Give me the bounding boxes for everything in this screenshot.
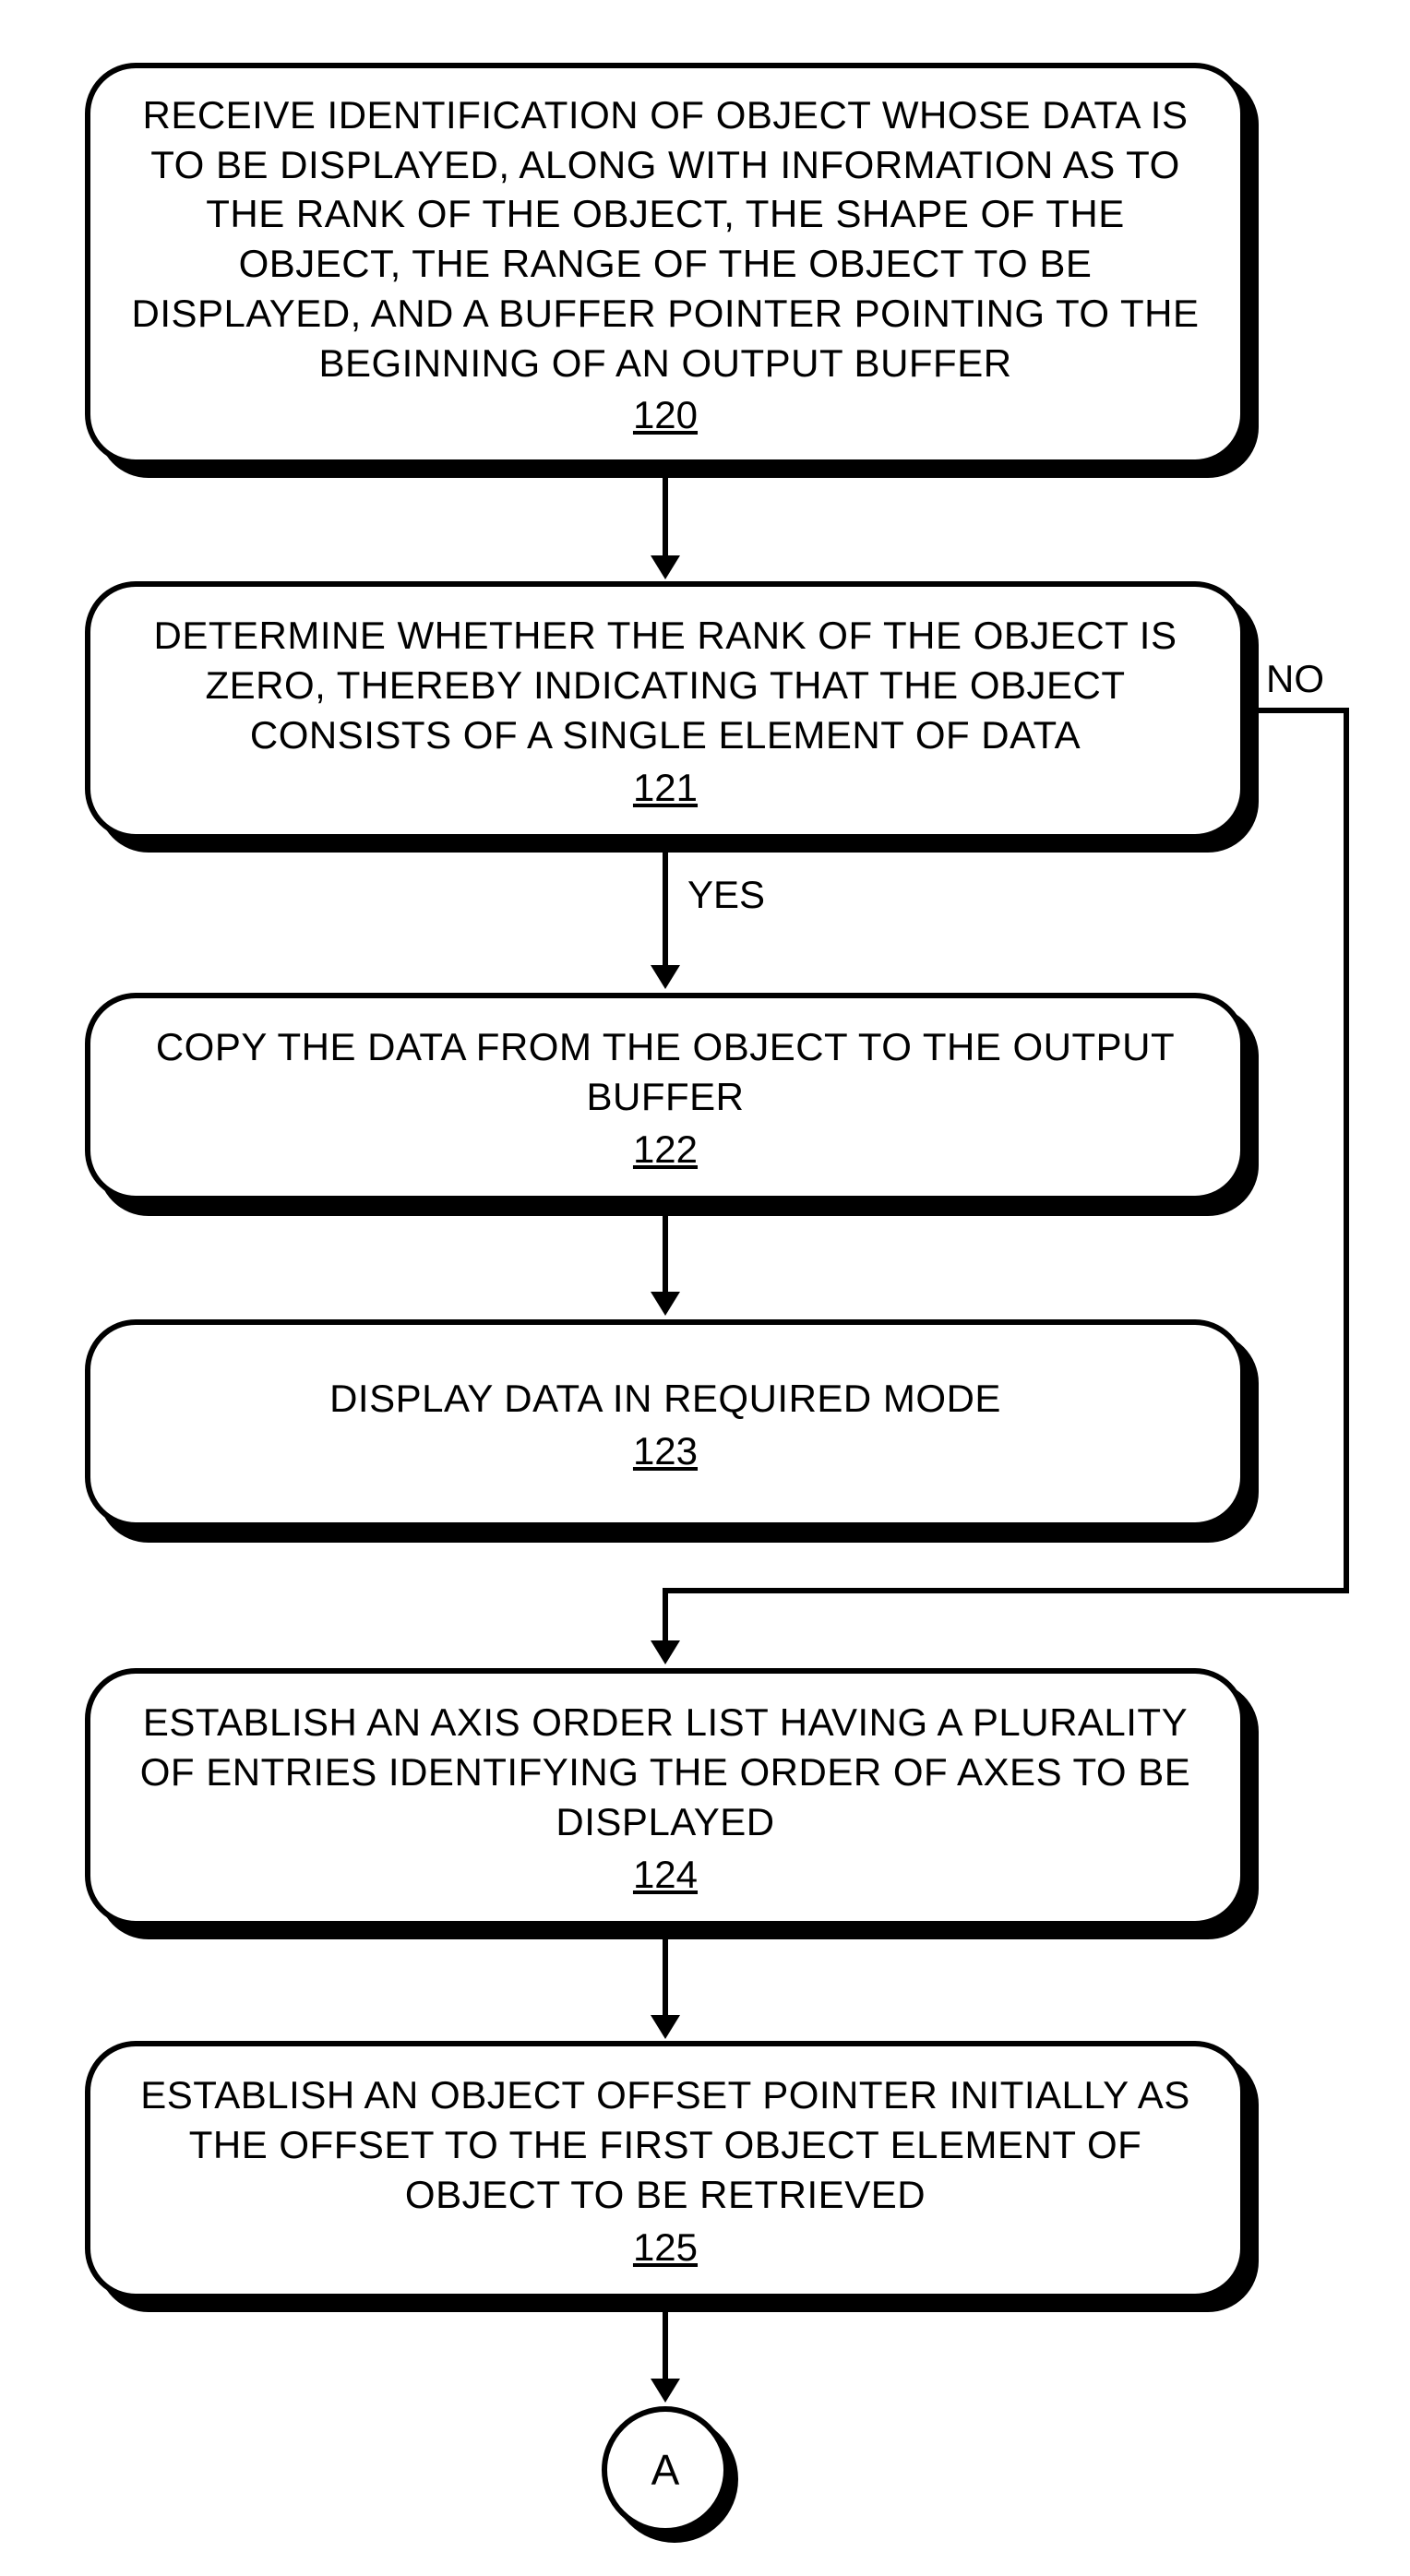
node-ref: 125 xyxy=(633,2225,698,2270)
node-text: ESTABLISH AN AXIS ORDER LIST HAVING A PL… xyxy=(127,1698,1203,1846)
edge-line xyxy=(665,1588,1349,1593)
flow-node-121: DETERMINE WHETHER THE RANK OF THE OBJECT… xyxy=(85,581,1246,840)
edge-label-yes: YES xyxy=(687,873,765,917)
connector-label: A xyxy=(651,2445,680,2495)
flow-node-122: COPY THE DATA FROM THE OBJECT TO THE OUT… xyxy=(85,993,1246,1201)
edge-line xyxy=(1344,708,1349,1593)
edge-line xyxy=(663,1216,668,1297)
flow-node-120: RECEIVE IDENTIFICATION OF OBJECT WHOSE D… xyxy=(85,63,1246,465)
arrow-head-icon xyxy=(651,1292,680,1316)
edge-line xyxy=(663,1939,668,2021)
node-text: RECEIVE IDENTIFICATION OF OBJECT WHOSE D… xyxy=(127,90,1203,388)
node-text: COPY THE DATA FROM THE OBJECT TO THE OUT… xyxy=(127,1022,1203,1122)
node-text: DISPLAY DATA IN REQUIRED MODE xyxy=(329,1374,1001,1424)
flow-node-123: DISPLAY DATA IN REQUIRED MODE 123 xyxy=(85,1319,1246,1528)
edge-line xyxy=(663,2312,668,2384)
arrow-head-icon xyxy=(651,1640,680,1664)
node-ref: 120 xyxy=(633,393,698,437)
node-text: ESTABLISH AN OBJECT OFFSET POINTER INITI… xyxy=(127,2070,1203,2219)
edge-label-no: NO xyxy=(1266,657,1324,701)
edge-line xyxy=(1246,708,1349,713)
arrow-head-icon xyxy=(651,2015,680,2039)
arrow-head-icon xyxy=(651,555,680,579)
edge-line xyxy=(663,478,668,561)
flow-node-124: ESTABLISH AN AXIS ORDER LIST HAVING A PL… xyxy=(85,1668,1246,1926)
off-page-connector-a: A xyxy=(602,2406,729,2534)
edge-line xyxy=(663,1588,668,1645)
node-text: DETERMINE WHETHER THE RANK OF THE OBJECT… xyxy=(127,611,1203,759)
node-ref: 121 xyxy=(633,766,698,810)
arrow-head-icon xyxy=(651,965,680,989)
node-ref: 123 xyxy=(633,1429,698,1473)
node-ref: 122 xyxy=(633,1127,698,1172)
node-ref: 124 xyxy=(633,1853,698,1897)
arrow-head-icon xyxy=(651,2379,680,2403)
edge-line xyxy=(663,853,668,971)
flow-node-125: ESTABLISH AN OBJECT OFFSET POINTER INITI… xyxy=(85,2041,1246,2299)
flowchart-canvas: RECEIVE IDENTIFICATION OF OBJECT WHOSE D… xyxy=(0,0,1410,2576)
